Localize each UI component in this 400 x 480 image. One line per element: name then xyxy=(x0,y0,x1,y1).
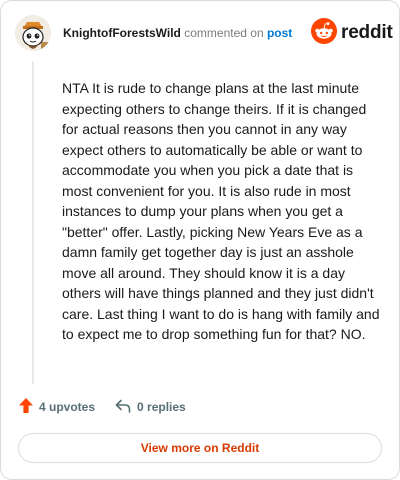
reply-icon[interactable] xyxy=(115,399,131,416)
upvote-count: 4 upvotes xyxy=(39,400,96,414)
reddit-logo[interactable]: reddit xyxy=(311,17,393,49)
reddit-snoo-icon xyxy=(311,17,337,49)
post-link[interactable]: post xyxy=(267,26,292,40)
commented-on-text: commented on xyxy=(184,26,264,40)
username[interactable]: KnightofForestsWild xyxy=(63,26,181,40)
comment-header: KnightofForestsWild commented on post xyxy=(63,26,292,40)
view-more-button[interactable]: View more on Reddit xyxy=(18,433,382,463)
comment-embed-card: KnightofForestsWild commented on post re… xyxy=(0,0,400,480)
comment-actions: 4 upvotes 0 replies xyxy=(19,398,186,416)
replies-button[interactable]: 0 replies xyxy=(115,399,186,416)
thread-line xyxy=(32,61,34,384)
reply-count: 0 replies xyxy=(137,400,186,414)
reddit-wordmark: reddit xyxy=(341,22,393,43)
avatar[interactable] xyxy=(15,15,51,51)
comment-text: NTA It is rude to change plans at the la… xyxy=(62,80,380,342)
upvote-arrow-icon[interactable] xyxy=(19,398,33,416)
upvote-button[interactable]: 4 upvotes xyxy=(19,398,95,416)
